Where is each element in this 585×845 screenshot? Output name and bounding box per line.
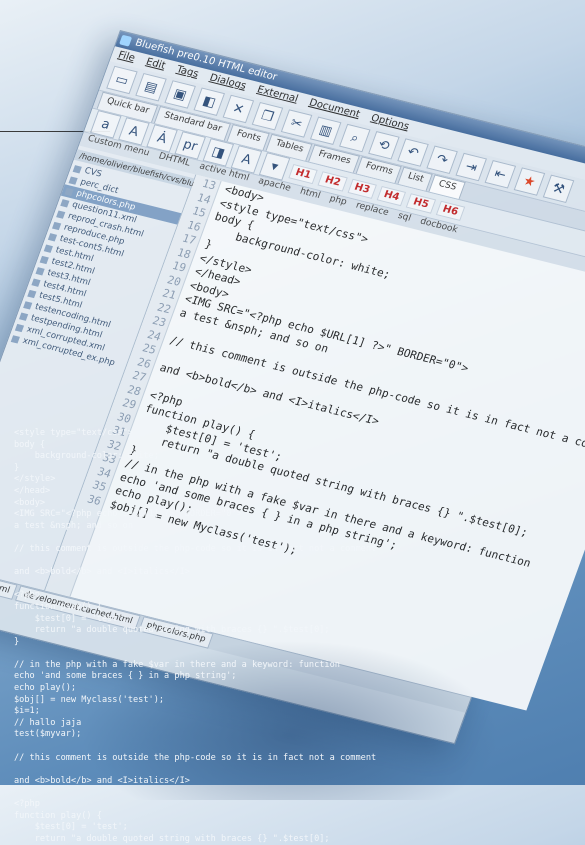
h6-button[interactable]: H6 [435, 200, 466, 221]
undo-icon[interactable]: ↶ [397, 138, 429, 167]
indent-icon[interactable]: ⇥ [455, 152, 488, 182]
close-icon[interactable]: ✕ [222, 94, 255, 124]
overlay-code-line: echo play(); [14, 683, 77, 694]
overlay-code-line: test($myvar); [14, 729, 82, 740]
overlay-code-line: </style> [14, 474, 56, 485]
overlay-code-line: </head> [14, 485, 51, 496]
overlay-code-line: // this comment is outside the php-code … [14, 543, 377, 554]
unindent-icon[interactable]: ⇤ [484, 160, 517, 189]
overlay-code-line [14, 579, 585, 591]
overlay-code-line: // hallo jaja [14, 717, 82, 728]
overlay-code-line [14, 741, 585, 753]
overlay-code-line: // this comment is outside the php-code … [14, 752, 377, 763]
overlay-code-line: $i=1; [14, 706, 40, 717]
overlay-code-line [14, 787, 585, 799]
new-file-icon[interactable]: ▭ [106, 65, 138, 95]
overlay-code-line [14, 532, 585, 544]
overlay-code-line: <?php [14, 590, 40, 601]
overlay-code-line: <IMG SRC="<?php echo $URL[1] ?>" BORDER=… [14, 509, 242, 520]
cut-icon[interactable]: ✂ [280, 109, 313, 138]
overlay-code-line: function play() { [14, 810, 102, 821]
overlay-code-line: return "a double quoted string with brac… [14, 625, 330, 636]
h4-button[interactable]: H4 [376, 185, 407, 206]
overlay-code-line: // in the php with a fake $var in there … [14, 659, 340, 670]
overlay-code-line: and <b>bold</b> and <I>italics</I> [14, 567, 190, 578]
overlay-code-line: a test &nsph; and so on [14, 520, 133, 531]
open-folder-icon[interactable]: ▤ [135, 72, 167, 102]
overlay-code-line: body { [14, 439, 46, 450]
overlay-code-line [14, 556, 585, 568]
h1-button[interactable]: H1 [288, 163, 319, 184]
overlay-code-line: echo 'and some braces { } in a php strin… [14, 671, 237, 682]
copy-icon[interactable]: ❐ [251, 101, 284, 131]
overlay-code-line: <body> [14, 497, 46, 508]
overlay-code: <style type="text/css"> body { background… [14, 428, 585, 845]
overlay-code-line: background-color: white; [14, 451, 159, 462]
overlay-code-line: } [14, 462, 20, 473]
h3-button[interactable]: H3 [347, 178, 378, 199]
save-icon[interactable]: ▣ [164, 80, 196, 109]
overlay-code-line: $test[0] = 'test'; [14, 613, 128, 624]
overlay-code-line: <style type="text/css"> [14, 428, 133, 438]
tools-icon[interactable]: ⚒ [542, 174, 575, 204]
overlay-code-line: $test[0] = 'test'; [14, 822, 128, 833]
h5-button[interactable]: H5 [406, 192, 436, 214]
app-icon [119, 34, 133, 47]
overlay-code-line: $obj[] = new Myclass('test'); [14, 694, 165, 705]
save-as-icon[interactable]: ◧ [193, 87, 226, 116]
overlay-code-line: return "a double quoted string with brac… [14, 833, 330, 844]
redo-icon[interactable]: ↷ [426, 145, 458, 175]
overlay-code-line: } [14, 636, 20, 647]
paste-icon[interactable]: ▥ [309, 116, 342, 145]
overlay-code-line [14, 764, 585, 776]
overlay-code-line: function play() { [14, 601, 102, 612]
search-icon[interactable]: ⌕ [339, 123, 371, 153]
h2-button[interactable]: H2 [317, 170, 348, 192]
overlay-code-line: <?php [14, 799, 40, 809]
bookmark-star-icon[interactable]: ★ [513, 167, 546, 196]
overlay-code-line [14, 648, 585, 660]
replace-icon[interactable]: ⟲ [368, 131, 400, 160]
overlay-code-line: and <b>bold</b> and <I>italics</I> [14, 775, 190, 786]
